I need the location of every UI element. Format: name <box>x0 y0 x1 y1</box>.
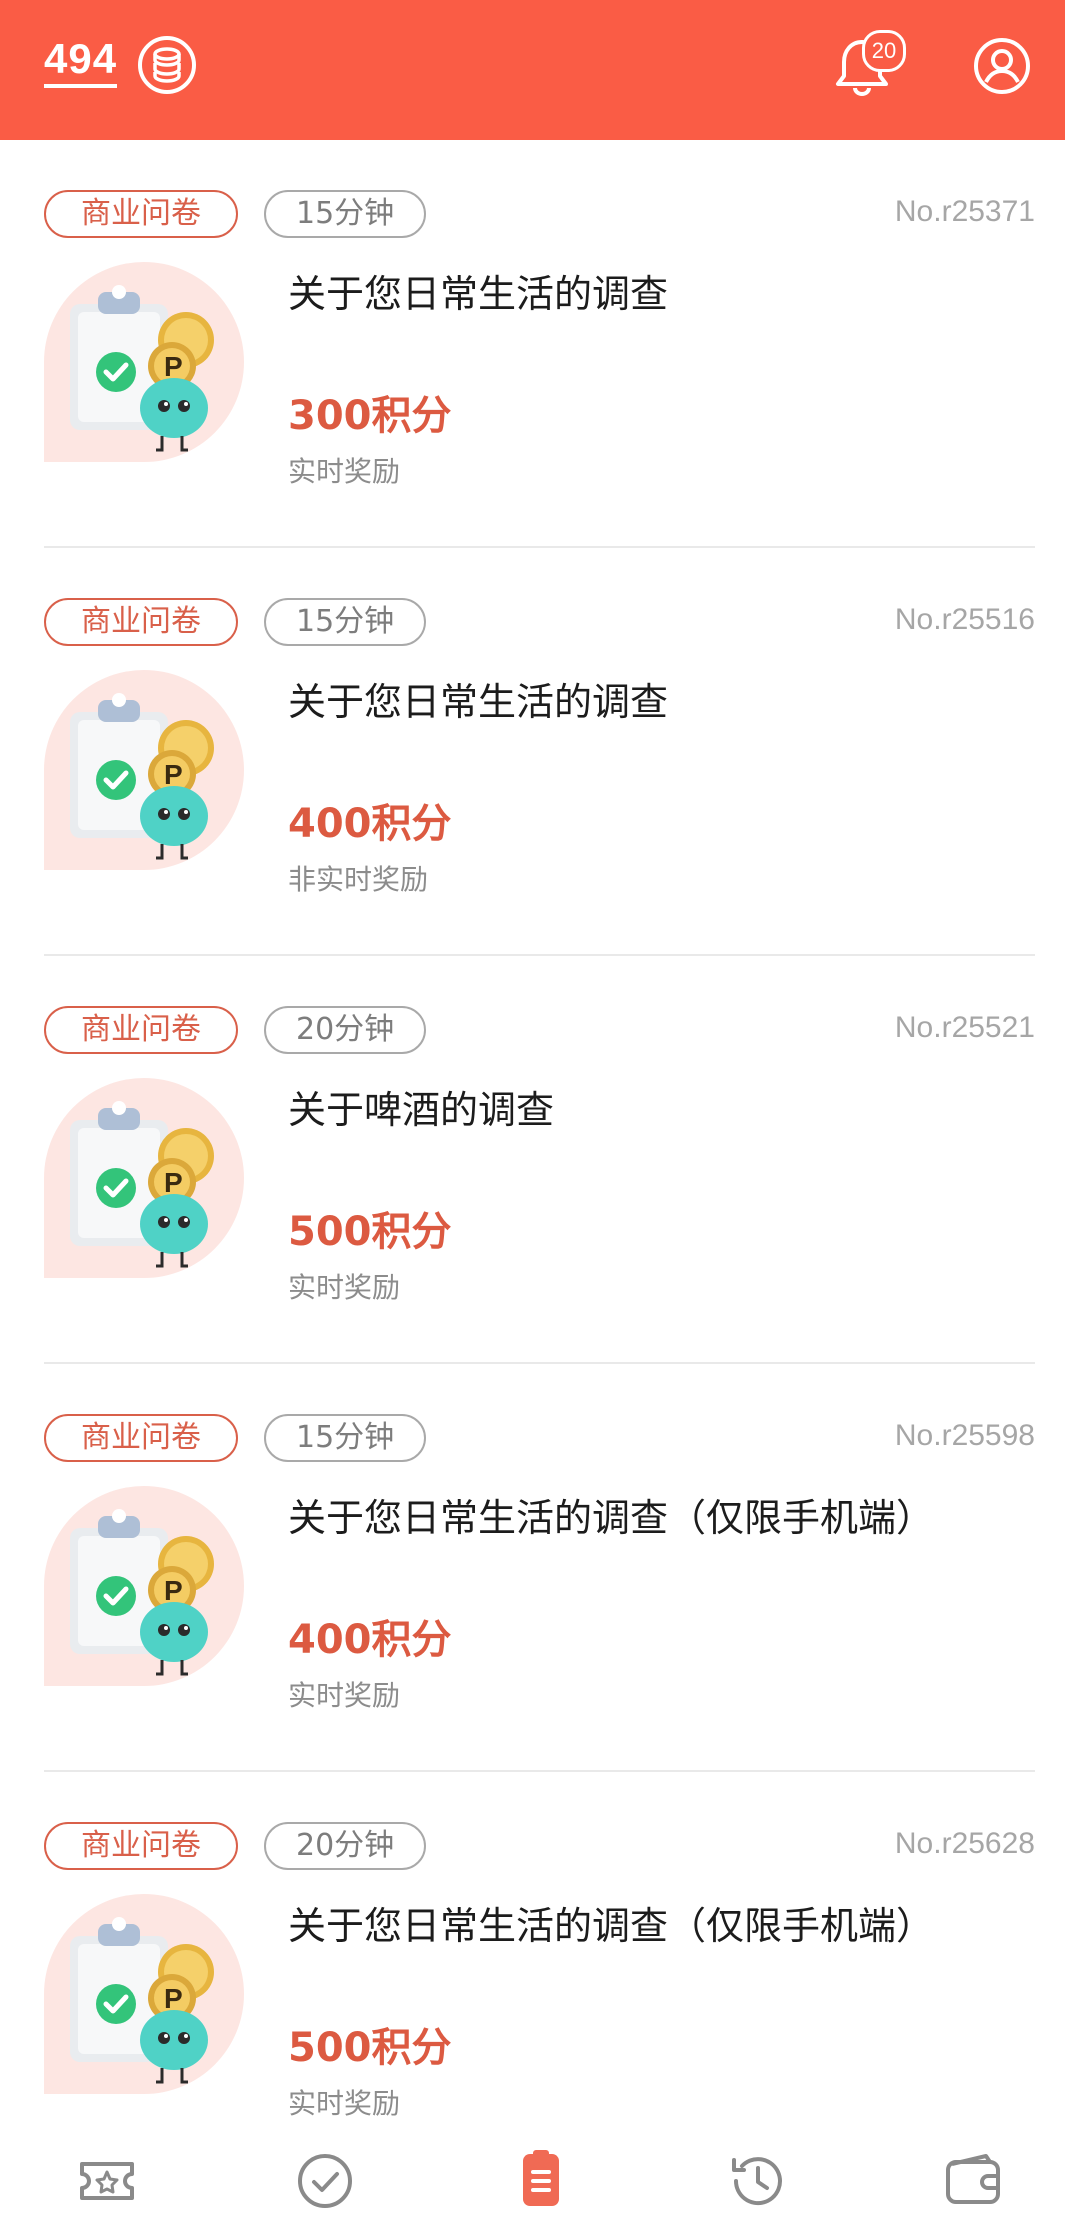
survey-reward-illustration: P <box>44 1894 244 2094</box>
survey-title[interactable]: 关于您日常生活的调查 <box>288 676 668 728</box>
reward-points: 500积分 <box>288 2025 452 2071</box>
ticket-star-icon[interactable] <box>72 2146 142 2216</box>
survey-number: No.r25598 <box>894 1419 1035 1452</box>
survey-number: No.r25521 <box>894 1011 1035 1044</box>
survey-duration-tag: 20分钟 <box>264 1822 427 1870</box>
svg-text:P: P <box>164 1983 183 2014</box>
survey-type-tag: 商业问卷 <box>44 598 238 646</box>
svg-text:P: P <box>164 1575 183 1606</box>
reward-type: 实时奖励 <box>288 1271 401 1304</box>
reward-points: 400积分 <box>288 801 452 847</box>
reward-type: 实时奖励 <box>288 455 401 488</box>
svg-text:P: P <box>164 1167 183 1198</box>
survey-type-tag: 商业问卷 <box>44 190 238 238</box>
reward-points: 400积分 <box>288 1617 452 1663</box>
survey-duration-tag: 20分钟 <box>264 1006 427 1054</box>
survey-card[interactable]: 商业问卷 15分钟 No.r25516 P 关于您日常生活的调查 400积分 非… <box>44 548 1035 956</box>
notifications-button[interactable]: 20 <box>832 30 908 100</box>
survey-reward-illustration: P <box>44 262 244 462</box>
survey-number: No.r25516 <box>894 603 1035 636</box>
survey-card[interactable]: 商业问卷 15分钟 No.r25371 P 关于您日常生活的调查 300积分 实… <box>44 140 1035 548</box>
reward-type: 实时奖励 <box>288 2087 401 2120</box>
check-circle-icon[interactable] <box>290 2146 360 2216</box>
top-bar: 494 20 <box>0 0 1065 140</box>
survey-reward-illustration: P <box>44 1486 244 1686</box>
bottom-navigation <box>0 2140 1065 2226</box>
history-icon[interactable] <box>722 2146 792 2216</box>
svg-text:P: P <box>164 351 183 382</box>
survey-title[interactable]: 关于您日常生活的调查（仅限手机端） <box>288 1900 934 1952</box>
survey-duration-tag: 15分钟 <box>264 1414 427 1462</box>
survey-duration-tag: 15分钟 <box>264 190 427 238</box>
survey-card[interactable]: 商业问卷 15分钟 No.r25598 P 关于您日常生活的调查（仅限手机端） … <box>44 1364 1035 1772</box>
user-profile-icon[interactable] <box>972 36 1032 96</box>
reward-points: 500积分 <box>288 1209 452 1255</box>
survey-type-tag: 商业问卷 <box>44 1822 238 1870</box>
survey-reward-illustration: P <box>44 1078 244 1278</box>
reward-points: 300积分 <box>288 393 452 439</box>
reward-type: 实时奖励 <box>288 1679 401 1712</box>
survey-title[interactable]: 关于您日常生活的调查 <box>288 268 668 320</box>
survey-type-tag: 商业问卷 <box>44 1006 238 1054</box>
survey-card[interactable]: 商业问卷 20分钟 No.r25521 P 关于啤酒的调查 500积分 实时奖励 <box>44 956 1035 1364</box>
survey-reward-illustration: P <box>44 670 244 870</box>
survey-number: No.r25371 <box>894 195 1035 228</box>
notification-count-badge: 20 <box>862 30 906 72</box>
wallet-icon[interactable] <box>938 2146 1008 2216</box>
survey-duration-tag: 15分钟 <box>264 598 427 646</box>
reward-type: 非实时奖励 <box>288 863 429 896</box>
coin-stack-icon[interactable] <box>136 34 198 96</box>
survey-title[interactable]: 关于啤酒的调查 <box>288 1084 554 1136</box>
points-balance[interactable]: 494 <box>44 36 118 88</box>
survey-number: No.r25628 <box>894 1827 1035 1860</box>
svg-text:P: P <box>164 759 183 790</box>
survey-card[interactable]: 商业问卷 20分钟 No.r25628 P 关于您日常生活的调查（仅限手机端） … <box>44 1772 1035 2180</box>
survey-type-tag: 商业问卷 <box>44 1414 238 1462</box>
survey-title[interactable]: 关于您日常生活的调查（仅限手机端） <box>288 1492 934 1544</box>
survey-list-icon[interactable] <box>506 2146 576 2216</box>
